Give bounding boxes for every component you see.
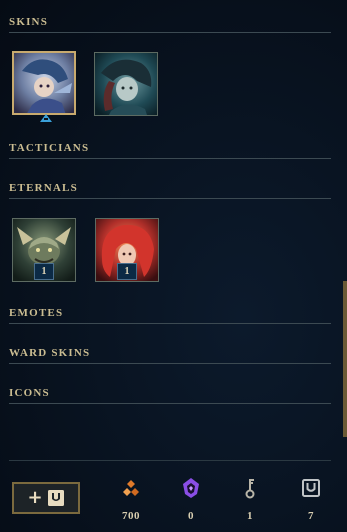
- eternal-count-badge-2: 1: [117, 263, 137, 280]
- loot-chest-icon: [47, 490, 64, 506]
- currency-keys: 1: [230, 476, 270, 522]
- plus-icon: +: [27, 487, 43, 508]
- section-header-emotes[interactable]: EMOTES: [9, 307, 331, 324]
- add-loot-button[interactable]: +: [12, 482, 80, 514]
- section-header-icons[interactable]: ICONS: [9, 387, 331, 404]
- chests-value: 7: [308, 510, 314, 522]
- mythic-essence-icon: [183, 478, 199, 498]
- section-header-ward-skins[interactable]: WARD SKINS: [9, 347, 331, 364]
- orange-essence-icon: [123, 480, 139, 496]
- skin-portrait-1: [14, 53, 74, 113]
- keys-value: 1: [247, 510, 253, 522]
- mythic-essence-value: 0: [188, 510, 194, 522]
- currency-chests: 7: [291, 476, 331, 522]
- skin-thumbnail-2[interactable]: [94, 52, 158, 116]
- section-label-tacticians: TACTICIANS: [9, 142, 90, 154]
- section-label-eternals: ETERNALS: [9, 182, 78, 194]
- skin-portrait-2: [95, 53, 157, 115]
- scrollbar-thumb[interactable]: [343, 281, 347, 437]
- key-icon: [245, 479, 255, 499]
- orange-essence-value: 700: [122, 510, 140, 522]
- owned-indicator-icon: [40, 114, 52, 122]
- section-label-emotes: EMOTES: [9, 307, 64, 319]
- section-label-ward-skins: WARD SKINS: [9, 347, 91, 359]
- section-label-skins: SKINS: [9, 16, 49, 28]
- section-header-eternals[interactable]: ETERNALS: [9, 182, 331, 199]
- section-header-skins: SKINS: [9, 16, 331, 33]
- currency-mythic-essence: 0: [171, 476, 211, 522]
- chest-icon: [302, 479, 320, 497]
- skin-thumbnail-1[interactable]: [12, 51, 76, 115]
- section-header-tacticians[interactable]: TACTICIANS: [9, 142, 331, 159]
- currency-orange-essence: 700: [111, 476, 151, 522]
- footer-divider: [9, 460, 331, 461]
- section-label-icons: ICONS: [9, 387, 50, 399]
- eternal-count-badge-1: 1: [34, 263, 54, 280]
